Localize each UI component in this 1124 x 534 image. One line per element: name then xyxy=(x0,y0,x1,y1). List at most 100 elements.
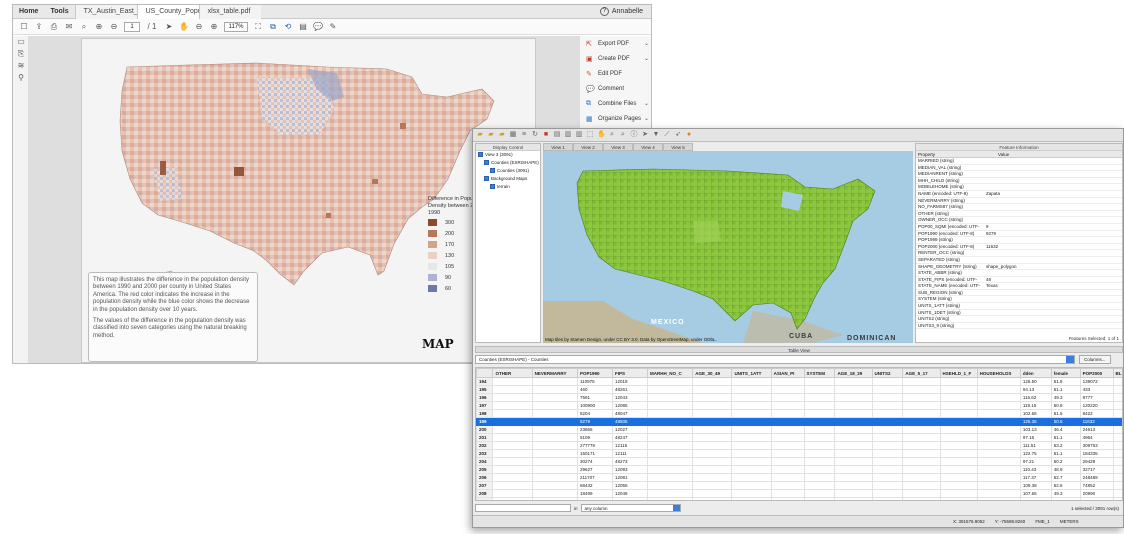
print-icon[interactable]: ⎙ xyxy=(49,20,59,34)
menu-home[interactable]: Home xyxy=(13,5,44,19)
layer-select[interactable]: Counties (ESRISHAPE) - Counties xyxy=(475,355,1075,364)
column-header[interactable]: female xyxy=(1050,368,1081,378)
feature-row[interactable]: STATE_FIPS (encoded: UTF- 48 xyxy=(916,277,1122,284)
table-row[interactable]: 207 68432 12055 109.38 52.6 74852 xyxy=(476,481,1122,490)
column-header[interactable]: UNITS2 xyxy=(871,368,904,378)
scroll-mode-icon[interactable]: ⧉ xyxy=(268,20,278,34)
table-row[interactable]: 195 460 48261 94.13 51.1 433 xyxy=(476,385,1122,394)
tree-item[interactable]: Counties (3091) xyxy=(476,167,540,175)
organize-pages-tool[interactable]: ▦ Organize Pages ⌄ xyxy=(580,111,651,126)
checkbox[interactable] xyxy=(484,176,489,182)
column-header[interactable] xyxy=(476,368,494,378)
feature-row[interactable]: MHH_CHILD (string) xyxy=(916,178,1122,185)
tab-view-1[interactable]: View 1 xyxy=(543,143,573,151)
pages-icon[interactable]: ▭ xyxy=(13,36,29,48)
search-icon[interactable]: ⌕ xyxy=(79,20,89,34)
feature-row[interactable]: STATE_NAME (encoded: UTF- Texas xyxy=(916,283,1122,290)
chevron-down-icon[interactable] xyxy=(672,505,680,511)
feature-row[interactable]: MARRIED (string) xyxy=(916,158,1122,165)
tab-view-5[interactable]: View 5 xyxy=(663,143,693,151)
chevron-down-icon[interactable]: ⌄ xyxy=(644,40,649,47)
column-header[interactable]: NEVERMARRY xyxy=(531,368,578,378)
comment-icon[interactable]: 💬 xyxy=(313,20,323,34)
feature-row[interactable]: NAME (encoded: UTF-8) Zapata xyxy=(916,191,1122,198)
chevron-down-icon[interactable]: ⌄ xyxy=(644,55,649,62)
select-icon[interactable]: ⬚ xyxy=(586,131,594,139)
column-header[interactable]: SYSTEM xyxy=(803,368,836,378)
tab-view-2[interactable]: View 2 xyxy=(573,143,603,151)
table-row[interactable]: 201 5109 48247 97.16 51.1 4964 xyxy=(476,433,1122,442)
layers-icon[interactable]: ▥ xyxy=(575,131,583,139)
tree-item[interactable]: Counties (ESRISHAPE) xyxy=(476,159,540,167)
pointer-icon[interactable]: ➤ xyxy=(641,131,649,139)
search-scope-select[interactable]: any column xyxy=(580,504,681,512)
column-header[interactable]: AGE_30_49 xyxy=(692,368,733,378)
color-wheel-icon[interactable]: ● xyxy=(685,131,693,139)
feature-row[interactable]: UNITS_1ATT (string) xyxy=(916,303,1122,310)
map-attribution[interactable]: Map tiles by Stamen Design, under CC BY … xyxy=(545,337,717,342)
feature-row[interactable]: UNITS_1DET (string) xyxy=(916,310,1122,317)
table-row[interactable]: 199 9279 48505 125.36 50.6 11632 xyxy=(476,417,1122,426)
status-crs[interactable]: FME_1 xyxy=(1035,516,1050,527)
page-number-input[interactable]: 1 xyxy=(124,21,140,32)
tags-icon[interactable]: ⚲ xyxy=(13,72,29,84)
feature-row[interactable]: MEDIANRENT (string) xyxy=(916,171,1122,178)
menu-tools[interactable]: Tools xyxy=(44,5,74,19)
feature-row[interactable]: MOBILEHOME (string) xyxy=(916,184,1122,191)
feature-row[interactable]: OTHER (string) xyxy=(916,211,1122,218)
chevron-down-icon[interactable] xyxy=(1066,356,1074,363)
feature-row[interactable]: POP2000 (encoded: UTF-8) 11632 xyxy=(916,244,1122,251)
tree-item[interactable]: View 3 (3091) xyxy=(476,151,540,159)
combine-files-tool[interactable]: ⧉ Combine Files ⌄ xyxy=(580,96,651,111)
zoom-level-select[interactable]: 117% xyxy=(224,21,248,32)
column-header[interactable]: POP2000 xyxy=(1079,368,1114,378)
column-header[interactable]: AGE_18_29 xyxy=(834,368,873,378)
table-row[interactable]: 209 29746548355 106.1051.1315868 xyxy=(476,497,1122,500)
zoom-in-icon[interactable]: ⊕ xyxy=(209,20,219,34)
table-row[interactable]: 197 100900 12085 119.15 50.8 120220 xyxy=(476,401,1122,410)
navigate-icon[interactable]: ➶ xyxy=(674,131,682,139)
feature-row[interactable]: SYSTEM (string) xyxy=(916,296,1122,304)
table-row[interactable]: 198 8204 48047 102.66 51.5 8422 xyxy=(476,409,1122,418)
table-row[interactable]: 204 30274 48273 97.21 50.2 29429 xyxy=(476,457,1122,466)
chevron-down-icon[interactable]: ⌄ xyxy=(644,100,649,107)
feature-row[interactable]: SEPARATED (string) xyxy=(916,257,1122,264)
hand-tool-icon[interactable]: ✋ xyxy=(179,20,189,34)
open-folder-icon[interactable]: ▰ xyxy=(487,131,495,139)
column-header[interactable]: AGE_5_17 xyxy=(902,368,941,378)
feature-row[interactable]: POP1999 (string) xyxy=(916,237,1122,244)
tree-item[interactable]: terrain xyxy=(476,183,540,191)
zoom-icon[interactable]: ⌕ xyxy=(619,131,627,139)
tab-document-2[interactable]: US_County_Popul... xyxy=(136,5,199,19)
zoom-icon[interactable]: ⌕ xyxy=(608,131,616,139)
table-row[interactable]: 206 211707 12081 117.37 52.7 248489 xyxy=(476,473,1122,482)
pen-icon[interactable]: ✎ xyxy=(328,20,338,34)
layers-icon[interactable]: ≋ xyxy=(13,60,29,72)
edit-pdf-tool[interactable]: ✎ Edit PDF xyxy=(580,66,651,81)
status-units[interactable]: METERS xyxy=(1060,516,1079,527)
stop-icon[interactable]: ■ xyxy=(542,131,550,139)
column-header[interactable]: MARHH_NO_C xyxy=(646,368,694,378)
info-icon[interactable]: ⓘ xyxy=(630,131,638,139)
open-folder-icon[interactable]: ▰ xyxy=(476,131,484,139)
column-header[interactable]: HOUSEHOLDS xyxy=(976,368,1021,378)
attachment-icon[interactable]: ⎘ xyxy=(13,48,29,60)
feature-row[interactable]: MEDIAN_VAL (string) xyxy=(916,165,1122,172)
feature-row[interactable]: RENTER_OCC (string) xyxy=(916,250,1122,257)
upload-icon[interactable]: ⇪ xyxy=(34,20,44,34)
feature-row[interactable]: OWNER_OCC (string) xyxy=(916,217,1122,224)
feature-row[interactable]: UNITS3_9 (string) xyxy=(916,323,1122,330)
feature-row[interactable]: UNITS2 (string) xyxy=(916,316,1122,323)
table-row[interactable]: 203 150171 12111 122.75 51.1 184335 xyxy=(476,449,1122,458)
feature-row[interactable]: SHAPE_GEOMETRY (string) shape_polygon xyxy=(916,264,1122,271)
select-tool-icon[interactable]: ➤ xyxy=(164,20,174,34)
table-icon[interactable]: ▦ xyxy=(509,131,517,139)
grid-icon[interactable]: ▤ xyxy=(553,131,561,139)
bookmark-icon[interactable]: ☐ xyxy=(19,20,29,34)
search-input[interactable] xyxy=(475,504,571,512)
page-down-icon[interactable]: ⊖ xyxy=(109,20,119,34)
create-pdf-tool[interactable]: ▣ Create PDF ⌄ xyxy=(580,51,651,66)
column-header[interactable]: UNITS_1ATT xyxy=(731,368,772,378)
pan-icon[interactable]: ✋ xyxy=(597,131,606,139)
table-row[interactable]: 200 23865 12027 103.13 46.4 24613 xyxy=(476,425,1122,434)
